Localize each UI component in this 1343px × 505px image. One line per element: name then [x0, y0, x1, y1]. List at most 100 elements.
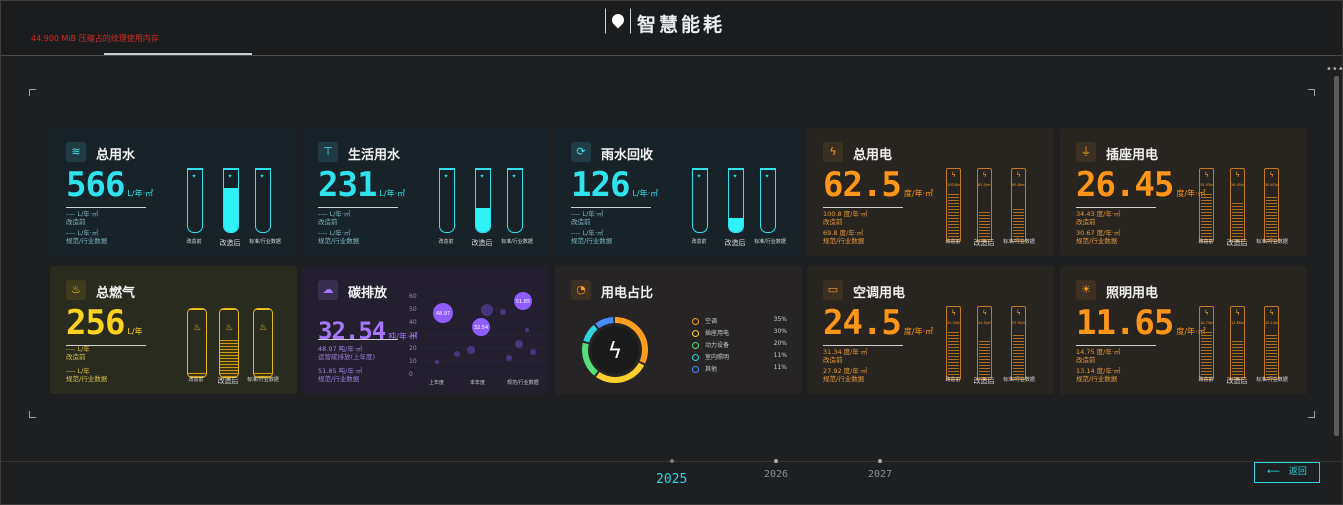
card-ac-electricity[interactable]: ▭ 空调用电 24.5 度/年·㎡ 31.34 度/年·㎡ 改造前 27.92 度… — [807, 266, 1054, 394]
battery-label: 改造后 — [973, 377, 995, 385]
more-menu-icon[interactable]: ••• — [1326, 64, 1342, 75]
battery-standard: ϟ13.14/m² — [1264, 306, 1279, 380]
legend-dot-icon — [692, 330, 699, 337]
tank-label: 改造后 — [217, 377, 239, 385]
card-living-water[interactable]: ⊤ 生活用水 231 L/年·㎡ ---- L/年·㎡ 改造前 ---- L/年·… — [302, 128, 549, 256]
bubble-label: 51.85 — [516, 299, 530, 305]
standard-label: 规范/行业数据 — [66, 375, 108, 383]
memory-notice: 44.900 MiB 压缩占的纹理使用内存 — [31, 34, 159, 43]
card-total-gas[interactable]: ♨ 总燃气 256 L/年 ---- L/年 改造前 ---- L/年 规范/行业… — [50, 266, 297, 394]
legend-percent: 35% — [773, 316, 787, 323]
legend-item: 插座用电 30% — [692, 328, 787, 337]
legend-item: 空调 35% — [692, 316, 787, 325]
tube-label: 标准/行业数据 — [249, 239, 281, 245]
card-carbon-emission[interactable]: ☁ 碳排放 32.54 吨/年·㎡ 48.97 吨/年·㎡ 运营碳排放(上年度) … — [302, 266, 549, 394]
before-label: 改造前 — [823, 218, 843, 226]
battery-after: ϟ11.65/m² — [1230, 306, 1245, 380]
gas-tank-standard: ♨ — [253, 308, 273, 378]
recycle-icon: ⟳ — [571, 142, 591, 162]
tank-label: 改造前 — [188, 377, 204, 383]
card-socket-electricity[interactable]: ⏚ 插座用电 26.45 度/年·㎡ 34.43 度/年·㎡ 改造前 30.67 … — [1060, 128, 1307, 256]
year-2027-tab[interactable]: 2027 — [868, 469, 892, 480]
card-lighting-electricity[interactable]: ☀ 照明用电 11.65 度/年·㎡ 14.75 度/年·㎡ 改造前 13.14 … — [1060, 266, 1307, 394]
before-value: 31.34 度/年·㎡ — [823, 348, 868, 356]
card-title: 碳排放 — [348, 286, 388, 301]
before-value: 14.75 度/年·㎡ — [1076, 348, 1121, 356]
test-tube-after: ✦ — [475, 168, 491, 233]
card-electricity-ratio[interactable]: ◔ 用电占比 ϟ 空调 35% 插座用电 30% 动力设备 20% 室内照明 11% 其他 11% — [555, 266, 802, 394]
before-label: 改造前 — [66, 353, 86, 361]
before-label: 改造前 — [823, 356, 843, 364]
year-dot[interactable] — [670, 459, 674, 463]
card-rain-water[interactable]: ⟳ 雨水回收 126 L/年·㎡ ---- L/年·㎡ 改造前 ---- L/年·… — [555, 128, 802, 256]
battery-label: 标准/行业数据 — [1256, 239, 1288, 245]
standard-value: ---- L/年·㎡ — [318, 229, 351, 237]
standard-label: 规范/行业数据 — [66, 237, 108, 245]
top-bar: 智慧能耗 44.900 MiB 压缩占的纹理使用内存 — [1, 1, 1342, 56]
y-tick: 60 — [409, 293, 417, 300]
before-label: 改造前 — [1076, 356, 1096, 364]
back-button[interactable]: ⟵ 返回 — [1254, 462, 1320, 483]
battery-label: 改造后 — [973, 239, 995, 247]
faucet-icon: ⊤ — [318, 142, 338, 162]
battery-before: ϟ31.34/m² — [946, 306, 961, 380]
bubble-chart: 60 50 40 30 20 10 0 48.97 32.54 51.85 上年… — [409, 292, 545, 386]
test-tube-after: ✦ — [728, 168, 744, 233]
legend-label: 其他 — [705, 366, 718, 373]
standard-label: 规范/行业数据 — [318, 237, 360, 245]
battery-before: ϟ34.43/m² — [1199, 168, 1214, 242]
tube-label: 改造前 — [438, 239, 454, 245]
battery-before: ϟ14.75/m² — [1199, 306, 1214, 380]
flame-icon: ♨ — [66, 280, 86, 300]
test-tube-standard: ✦ — [760, 168, 776, 233]
divider — [318, 339, 398, 340]
divider — [823, 345, 903, 346]
year-2025-tab[interactable]: 2025 — [656, 472, 687, 487]
standard-value: 13.14 度/年·㎡ — [1076, 367, 1121, 375]
legend-dot-icon — [692, 354, 699, 361]
standard-label: 规范/行业数据 — [318, 375, 360, 383]
year-dot[interactable] — [774, 459, 778, 463]
card-title: 总用水 — [96, 148, 136, 163]
card-title: 照明用电 — [1106, 286, 1159, 301]
card-total-water[interactable]: ≋ 总用水 566 L/年·㎡ ---- L/年·㎡ 改造前 ---- L/年·㎡… — [50, 128, 297, 256]
plug-icon: ⏚ — [1076, 142, 1096, 162]
frame-corner — [29, 89, 36, 96]
battery-after: ϟ 24.5/m² — [977, 306, 992, 380]
before-value: ---- L/年·㎡ — [571, 210, 604, 218]
battery-standard: ϟ30.67/m² — [1264, 168, 1279, 242]
lightning-icon: ϟ — [823, 142, 843, 162]
tube-label: 改造前 — [186, 239, 202, 245]
divider — [571, 207, 651, 208]
gas-tank-before: ♨ — [187, 308, 207, 378]
legend-percent: 11% — [773, 352, 787, 359]
legend-dot-icon — [692, 342, 699, 349]
water-basin-icon: ≋ — [66, 142, 86, 162]
year-dot[interactable] — [878, 459, 882, 463]
year-2026-tab[interactable]: 2026 — [764, 469, 788, 480]
last-year-label: 运营碳排放(上年度) — [318, 353, 376, 361]
air-conditioner-icon: ▭ — [823, 280, 843, 300]
battery-standard: ϟ27.92/m² — [1011, 306, 1026, 380]
card-title: 空调用电 — [853, 286, 906, 301]
bubble-label: 48.97 — [436, 311, 450, 317]
legend-item: 动力设备 20% — [692, 340, 787, 349]
legend-label: 插座用电 — [705, 330, 730, 337]
battery-label: 标准/行业数据 — [1003, 377, 1035, 383]
frame-corner — [29, 411, 36, 418]
tank-label: 标准/行业数据 — [247, 377, 279, 383]
card-title: 生活用水 — [348, 148, 401, 163]
y-tick: 0 — [409, 371, 413, 378]
tube-label: 标准/行业数据 — [754, 239, 786, 245]
bubble-label: 32.54 — [474, 325, 488, 331]
card-total-electricity[interactable]: ϟ 总用电 62.5 度/年·㎡ 100.8 度/年·㎡ 改造前 69.8 度/年… — [807, 128, 1054, 256]
scrollbar[interactable] — [1334, 76, 1339, 436]
tube-label: 改造后 — [724, 239, 746, 247]
battery-label: 标准/行业数据 — [1256, 377, 1288, 383]
y-tick: 50 — [409, 306, 417, 313]
legend-percent: 11% — [773, 364, 787, 371]
card-value: 62.5 度/年·㎡ — [823, 165, 934, 205]
loading-progress — [104, 53, 252, 55]
divider — [823, 207, 903, 208]
standard-value: ---- L/年·㎡ — [66, 229, 99, 237]
